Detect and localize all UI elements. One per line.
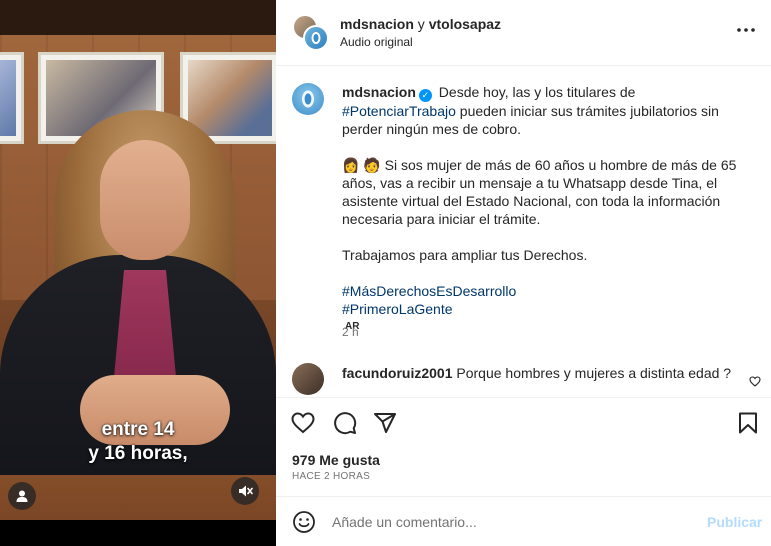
avatar[interactable] <box>292 83 324 115</box>
caption-text: Si sos mujer de más de 60 años u hombre … <box>342 157 737 227</box>
author-link[interactable]: mdsnacion <box>340 16 414 32</box>
post-panel: mdsnacion y vtolosapaz Audio original md… <box>276 0 771 546</box>
smiley-icon <box>293 511 315 533</box>
hashtag-link[interactable]: #PotenciarTrabajo <box>342 103 456 119</box>
like-count[interactable]: 979 Me gusta <box>292 452 380 468</box>
caption-area: mdsnacion ✓ Desde hoy, las y los titulare… <box>276 67 771 397</box>
audio-link[interactable]: Audio original <box>340 35 413 49</box>
comment-bubble-icon <box>334 412 357 435</box>
mute-toggle-button[interactable] <box>231 477 259 505</box>
like-button[interactable] <box>290 410 316 436</box>
person-icon <box>16 490 28 502</box>
subtitle-line: entre 14 <box>101 419 175 440</box>
caption-text: Desde hoy, las y los titulares de <box>438 84 636 100</box>
paper-plane-icon <box>374 413 396 433</box>
tagged-users-button[interactable] <box>8 482 36 510</box>
speaker-face <box>100 140 190 260</box>
more-options-button[interactable] <box>734 18 758 42</box>
hashtag-list: #MásDerechosEsDesarrollo #PrimeroLaGente… <box>342 282 747 336</box>
post-actions <box>276 397 771 447</box>
author-link[interactable]: vtolosapaz <box>429 16 501 32</box>
framed-photo <box>0 52 24 144</box>
save-button[interactable] <box>735 410 761 436</box>
avatar[interactable] <box>292 363 324 395</box>
more-horizontal-icon <box>737 28 755 32</box>
post-authors: mdsnacion y vtolosapaz <box>340 16 501 32</box>
emoji-woman-man-icon: 👩 🧑 <box>342 157 381 173</box>
reel-video[interactable]: entre 14 y 16 horas, <box>0 0 276 546</box>
emoji-picker-button[interactable] <box>292 510 316 534</box>
ministry-logo-icon <box>302 90 314 108</box>
caption-timestamp[interactable]: 2 h <box>342 325 359 339</box>
comment-text: Porque hombres y mujeres a distinta edad… <box>456 365 732 381</box>
subtitle-line: y 16 horas, <box>88 443 188 464</box>
video-subtitle: entre 14 y 16 horas, <box>0 418 276 466</box>
comment-input[interactable] <box>332 511 692 533</box>
comment-button[interactable] <box>332 410 358 436</box>
ministry-logo-icon <box>311 32 321 44</box>
hashtag-link[interactable]: #MásDerechosEsDesarrollo <box>342 282 747 300</box>
heart-icon <box>291 412 315 434</box>
authors-connector: y <box>417 16 425 32</box>
comment-like-button[interactable] <box>749 374 761 392</box>
hashtag-link[interactable]: #PrimeroLaGente <box>342 300 747 318</box>
avatar[interactable] <box>303 25 329 51</box>
comment-username[interactable]: facundoruiz2001 <box>342 365 452 381</box>
comment-item: facundoruiz2001 Porque hombres y mujeres… <box>292 363 762 395</box>
video-top-area <box>0 0 276 35</box>
add-comment-bar: Publicar <box>276 496 771 546</box>
flag-badge: AR <box>345 321 360 332</box>
heart-outline-icon <box>749 376 761 387</box>
share-button[interactable] <box>372 410 398 436</box>
caption-username[interactable]: mdsnacion <box>342 84 416 100</box>
post-time-ago[interactable]: HACE 2 HORAS <box>292 471 370 482</box>
muted-speaker-icon <box>239 485 253 497</box>
caption-text: Trabajamos para ampliar tus Derechos. <box>342 247 588 263</box>
bookmark-icon <box>739 412 757 434</box>
comment-body: facundoruiz2001 Porque hombres y mujeres… <box>342 365 731 381</box>
publish-button[interactable]: Publicar <box>707 514 762 530</box>
verified-badge-icon: ✓ <box>418 89 432 102</box>
video-bottom-area <box>0 520 276 546</box>
collab-avatars[interactable] <box>292 14 330 52</box>
post-caption: mdsnacion ✓ Desde hoy, las y los titulare… <box>342 83 747 336</box>
caption-paragraph: 👩 🧑 Si sos mujer de más de 60 años u hom… <box>342 156 747 228</box>
post-header: mdsnacion y vtolosapaz Audio original <box>276 0 771 66</box>
